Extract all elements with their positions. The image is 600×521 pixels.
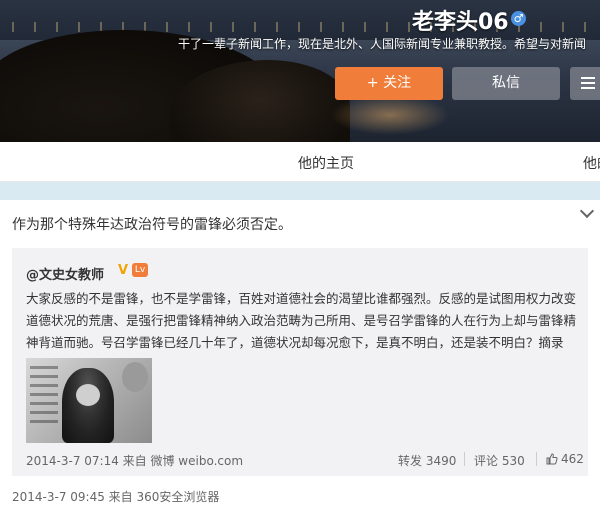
thumbs-up-icon [546, 453, 558, 465]
reposted-content: @文史女教师 V Lv 大家反感的不是雷锋，也不是学雷锋，百姓对道德社会的渴望比… [12, 248, 588, 476]
action-divider [464, 452, 465, 466]
repost-body: 大家反感的不是雷锋，也不是学雷锋，百姓对道德社会的渴望比谁都强烈。反感的是试图用… [26, 288, 582, 354]
like-count: 462 [561, 452, 584, 466]
more-menu-button[interactable] [570, 67, 600, 100]
section-divider [0, 182, 600, 200]
profile-nav: 他的主页 他的 [0, 142, 600, 182]
profile-bio: 干了一辈子新闻工作，现在是北外、人国际新闻专业兼职教授。希望与对新闻 [178, 37, 587, 51]
comment-button[interactable]: 评论 530 [474, 452, 525, 469]
image-face [76, 384, 100, 406]
cover-city-lights [0, 22, 600, 32]
image-portrait [122, 362, 148, 392]
chevron-down-icon[interactable] [579, 203, 595, 219]
menu-icon [581, 77, 595, 89]
action-divider [536, 452, 537, 466]
repost-author[interactable]: @文史女教师 [26, 264, 104, 283]
repost-image-thumbnail[interactable] [26, 358, 152, 443]
repost-body-line: 道德状况的荒唐、是强行把雷锋精神纳入政治范畴为己所用、是号召学雷锋的人在行为上却… [26, 313, 577, 328]
repost-button[interactable]: 转发 3490 [398, 452, 456, 469]
tab-more[interactable]: 他的 [583, 153, 600, 173]
male-icon: ♂ [511, 11, 526, 26]
profile-name: 老李头06 [412, 10, 509, 35]
message-button[interactable]: 私信 [452, 67, 560, 100]
verified-icon: V [118, 263, 129, 278]
repost-meta[interactable]: 2014-3-7 07:14 来自 微博 weibo.com [26, 452, 243, 469]
post-meta[interactable]: 2014-3-7 09:45 来自 360安全浏览器 [12, 488, 219, 505]
image-calligraphy [30, 366, 58, 426]
repost-body-line: 大家反感的不是雷锋，也不是学雷锋，百姓对道德社会的渴望比谁都强烈。反感的是试图用… [26, 291, 577, 306]
like-button[interactable]: 462 [546, 452, 584, 466]
follow-button[interactable]: + 关注 [335, 67, 443, 100]
level-badge-icon: Lv [132, 263, 148, 277]
weibo-post: 作为那个特殊年达政治符号的雷锋必须否定。 @文史女教师 V Lv 大家反感的不是… [0, 200, 600, 521]
cover-light-reflection [330, 95, 450, 135]
repost-body-line: 神背道而驰。号召学雷锋已经几十年了，道德状况却每况愈下，是真不明白，还是装不明白… [26, 335, 564, 350]
profile-cover: 老李头06 ♂ 干了一辈子新闻工作，现在是北外、人国际新闻专业兼职教授。希望与对… [0, 0, 600, 142]
post-text: 作为那个特殊年达政治符号的雷锋必须否定。 [12, 217, 292, 233]
tab-home[interactable]: 他的主页 [298, 153, 354, 173]
